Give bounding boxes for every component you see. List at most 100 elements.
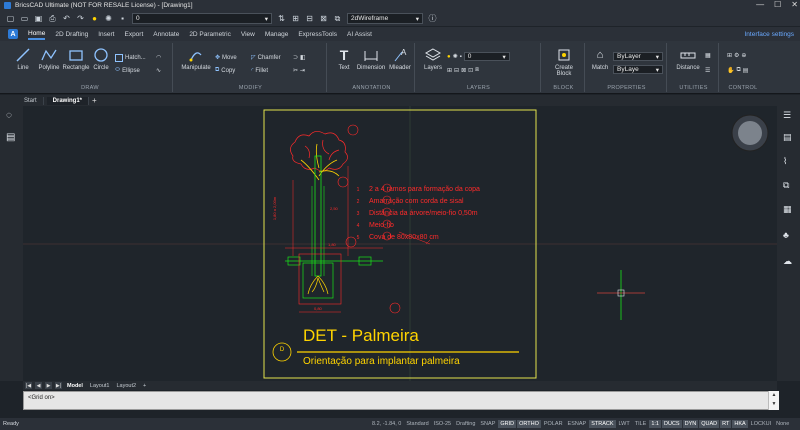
list-button[interactable]: ☰ xyxy=(705,67,710,74)
status-toggle-grid[interactable]: GRID xyxy=(498,420,517,428)
lightbulb-icon[interactable]: ● xyxy=(90,14,99,23)
distance-button[interactable]: Distance xyxy=(673,47,703,71)
layers-button[interactable]: Layers xyxy=(421,47,445,71)
manipulate-button[interactable]: Manipulate xyxy=(179,47,213,71)
tab-manage[interactable]: Manage xyxy=(265,30,289,39)
status-toggle-dyn[interactable]: DYN xyxy=(682,420,699,428)
window-icon[interactable]: ⧉ xyxy=(736,67,740,74)
properties-panel-icon[interactable]: ☰ xyxy=(783,110,791,121)
zoom-icon[interactable]: ⊕ xyxy=(741,52,746,59)
rectangle-button[interactable]: Rectangle xyxy=(62,47,90,71)
sun-icon[interactable]: ✺ xyxy=(453,53,458,60)
layer-combo[interactable]: 0 ▾ xyxy=(132,13,272,24)
tree-icon[interactable]: ♣ xyxy=(783,230,789,240)
create-block-button[interactable]: Create Block xyxy=(547,47,581,77)
tab-export[interactable]: Export xyxy=(124,30,143,39)
layout-tab-model[interactable]: Model xyxy=(65,383,85,389)
status-toggle-none[interactable]: None xyxy=(774,420,791,428)
tab-view[interactable]: View xyxy=(241,30,255,39)
status-toggle-11[interactable]: 1:1 xyxy=(649,420,661,428)
layout-tab-layout1[interactable]: Layout1 xyxy=(88,383,112,389)
undo-icon[interactable]: ↶ xyxy=(62,14,71,23)
command-line[interactable]: <Grid on> xyxy=(23,391,779,410)
lightbulb-panel-icon[interactable]: ◌ xyxy=(6,110,12,121)
status-toggle-strack[interactable]: STRACK xyxy=(589,420,616,428)
layout-tab-layout2[interactable]: Layout2 xyxy=(114,383,138,389)
redo-icon[interactable]: ↷ xyxy=(76,14,85,23)
offset-button[interactable]: ⊃ ◧ xyxy=(293,54,306,61)
layer-match-icon[interactable]: ⊟ xyxy=(454,67,459,74)
cloud-icon[interactable]: ☁ xyxy=(783,256,792,267)
layer-freeze-icon[interactable]: ⧈ xyxy=(475,67,479,74)
render-icon[interactable]: ⧉ xyxy=(333,14,342,23)
layer-iso-icon[interactable]: ⊟ xyxy=(305,14,314,23)
dimension-button[interactable]: Dimension xyxy=(355,47,387,71)
close-button[interactable]: ✕ xyxy=(791,0,798,9)
drawing-canvas[interactable]: 1 2 3 4 5 2 a 4 ramos para formação da c… xyxy=(23,106,777,381)
visual-style-combo[interactable]: 2dWireframe ▾ xyxy=(347,13,423,24)
calculator-button[interactable]: ▦ xyxy=(705,52,711,59)
fillet-button[interactable]: ◜ Fillet xyxy=(251,67,268,75)
app-menu-button[interactable]: A xyxy=(8,29,18,39)
text-button[interactable]: T Text xyxy=(333,47,355,71)
status-toggle-lwt[interactable]: LWT xyxy=(617,420,632,428)
lightbulb-icon[interactable]: ● xyxy=(447,54,451,60)
add-layout-button[interactable]: + xyxy=(141,383,148,389)
last-layout-button[interactable]: ▶| xyxy=(55,382,62,389)
interface-settings-link[interactable]: Interface settings xyxy=(745,31,795,38)
text-style-standard[interactable]: Standard xyxy=(404,420,430,428)
chamfer-button[interactable]: ◸ Chamfer xyxy=(251,54,281,62)
status-toggle-quad[interactable]: QUAD xyxy=(699,420,720,428)
layer-tool-icon[interactable]: ⇅ xyxy=(277,14,286,23)
settings-icon[interactable]: ⚙ xyxy=(734,52,739,59)
grid-icon[interactable]: ⊞ xyxy=(727,52,732,59)
lock-icon[interactable]: ▪ xyxy=(118,14,127,23)
line-button[interactable]: Line xyxy=(12,47,34,71)
attach-icon[interactable]: ⌇ xyxy=(783,156,787,167)
layer-off-icon[interactable]: ⊡ xyxy=(468,67,473,74)
status-toggle-ducs[interactable]: DUCS xyxy=(662,420,682,428)
prev-layout-button[interactable]: ◀ xyxy=(35,382,42,389)
workspace-drafting[interactable]: Drafting xyxy=(454,420,477,428)
print-icon[interactable]: ⎙ xyxy=(48,14,57,23)
status-toggle-rt[interactable]: RT xyxy=(720,420,732,428)
explorer-icon[interactable]: ⧉ xyxy=(783,180,789,191)
color-combo[interactable]: ByLayer ▾ xyxy=(613,52,663,61)
layer-walk-icon[interactable]: ⊠ xyxy=(319,14,328,23)
status-toggle-ortho[interactable]: ORTHO xyxy=(517,420,541,428)
status-toggle-lockui[interactable]: LOCKUI xyxy=(749,420,773,428)
layer-state-icon[interactable]: ⊞ xyxy=(291,14,300,23)
mleader-button[interactable]: A Mleader xyxy=(387,47,413,71)
tab-home[interactable]: Home xyxy=(28,29,46,40)
help-icon[interactable]: ⓘ xyxy=(428,14,437,23)
new-file-icon[interactable]: ▢ xyxy=(6,14,15,23)
ellipse-button[interactable]: ⬭ Ellipse xyxy=(115,67,140,74)
circle-button[interactable]: Circle xyxy=(90,47,112,71)
doc-tab-drawing1[interactable]: Drawing1* xyxy=(46,96,90,105)
match-button[interactable]: ⌂ Match xyxy=(589,47,611,71)
pan-icon[interactable]: ✋ xyxy=(727,67,734,74)
status-toggle-snap[interactable]: SNAP xyxy=(478,420,497,428)
mirror-icon[interactable]: ◧ xyxy=(300,54,306,61)
status-toggle-hka[interactable]: HKA xyxy=(732,420,748,428)
layers-panel-icon[interactable]: ▤ xyxy=(6,132,15,143)
layer-prev-icon[interactable]: ⊞ xyxy=(447,67,452,74)
polyline-button[interactable]: Polyline xyxy=(36,47,62,71)
tab-insert[interactable]: Insert xyxy=(98,30,114,39)
tool-palette-icon[interactable]: ▤ xyxy=(783,132,792,143)
maximize-button[interactable]: ☐ xyxy=(774,0,781,9)
first-layout-button[interactable]: |◀ xyxy=(25,382,32,389)
sun-icon[interactable]: ✺ xyxy=(104,14,113,23)
coordinates-readout[interactable]: 8.2, -1.84, 0 xyxy=(370,420,403,428)
extend-icon[interactable]: ⇥ xyxy=(300,67,305,74)
linetype-combo[interactable]: ByLaye ▾ xyxy=(613,65,663,74)
trim-button[interactable]: ✂ ⇥ xyxy=(293,67,305,74)
tab-annotate[interactable]: Annotate xyxy=(153,30,179,39)
open-folder-icon[interactable]: ▭ xyxy=(20,14,29,23)
spline-button[interactable]: ∿ xyxy=(156,67,161,74)
design-library-icon[interactable]: ▦ xyxy=(783,204,792,215)
copy-button[interactable]: ⧉ Copy xyxy=(215,67,235,74)
dim-style-iso[interactable]: ISO-25 xyxy=(432,420,453,428)
next-layout-button[interactable]: ▶ xyxy=(45,382,52,389)
status-toggle-tile[interactable]: TILE xyxy=(633,420,649,428)
